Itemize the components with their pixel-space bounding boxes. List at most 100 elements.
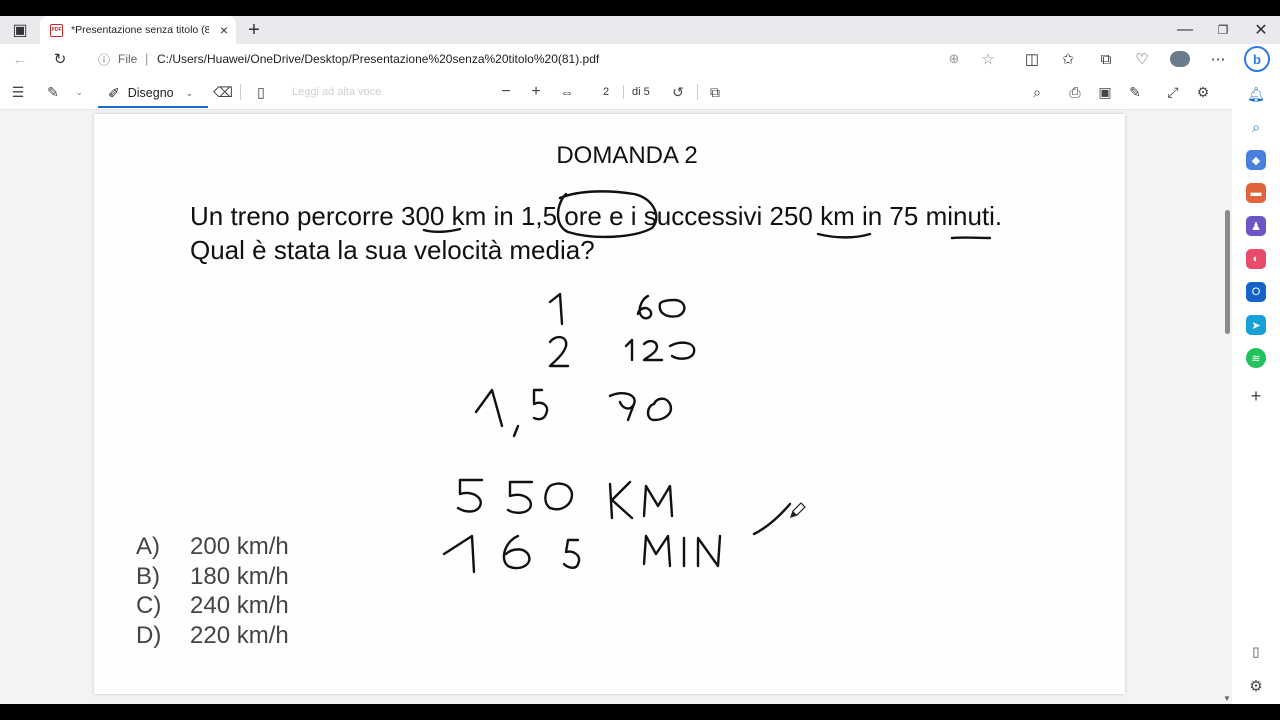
ink-digit: [658, 298, 686, 318]
scroll-thumb[interactable]: [1225, 210, 1230, 334]
add-icon[interactable]: +: [1246, 386, 1266, 406]
browser-essentials-icon[interactable]: ♡: [1130, 48, 1154, 70]
drop-send-icon[interactable]: ➤: [1246, 315, 1266, 335]
tab-title: *Presentazione senza titolo (81).pdf: [71, 24, 209, 36]
divider: [240, 84, 241, 100]
address-prefix: File: [118, 52, 138, 66]
new-tab-icon[interactable]: +: [243, 16, 265, 44]
pen-icon: ✐: [108, 84, 120, 101]
zoom-out-icon[interactable]: −: [495, 81, 517, 103]
games-icon[interactable]: ♟: [1246, 216, 1266, 236]
info-icon[interactable]: ⓘ: [92, 48, 116, 70]
restore-icon[interactable]: ❐: [1208, 16, 1238, 44]
page-number-input[interactable]: 2: [596, 86, 616, 98]
ink-letter: [696, 534, 722, 568]
split-screen-icon[interactable]: ◫: [1020, 48, 1044, 70]
favorite-star-icon[interactable]: ☆: [976, 48, 1000, 70]
favorites-icon[interactable]: ✩: [1056, 48, 1080, 70]
immersive-reader-icon[interactable]: ▯: [250, 81, 272, 103]
ink-digit: [506, 480, 534, 514]
address-url[interactable]: C:/Users/Huawei/OneDrive/Desktop/Present…: [157, 52, 599, 66]
outlook-icon[interactable]: O: [1246, 282, 1266, 302]
sidebar-settings-gear-icon[interactable]: ⚙: [1246, 676, 1266, 696]
tab-actions-icon[interactable]: ▣: [8, 16, 32, 44]
address-bar: ← ↻ ⓘ File | C:/Users/Huawei/OneDrive/De…: [0, 44, 1280, 74]
ink-digit: [636, 294, 653, 320]
ink-digit: [442, 534, 476, 574]
draw-button[interactable]: ✐ Disegno ⌄: [98, 80, 208, 108]
ink-digit: [548, 335, 570, 368]
draw-label: Disegno: [127, 86, 174, 100]
tools-briefcase-icon[interactable]: ▬: [1246, 183, 1266, 203]
read-aloud-button[interactable]: Leggi ad alta voce: [292, 86, 381, 98]
notification-bell-icon[interactable]: 🔔︎: [1246, 84, 1266, 104]
save-as-icon[interactable]: ✎: [1124, 81, 1146, 103]
ink-digit: [624, 338, 634, 362]
document-area[interactable]: DOMANDA 2 Un treno percorre 300 km in 1,…: [0, 110, 1232, 704]
collections-icon[interactable]: ⧉: [1094, 48, 1118, 70]
address-separator: |: [145, 51, 149, 66]
scroll-down-arrow-icon[interactable]: ▼: [1223, 694, 1231, 703]
zoom-in-icon[interactable]: +: [525, 81, 547, 103]
back-icon[interactable]: ←: [8, 48, 32, 70]
highlight-icon[interactable]: ✎: [42, 81, 64, 103]
edge-sidebar: 🔔︎ ⌕ ◆ ▬ ♟ ◐ O ➤ ≋ + ▯ ⚙: [1232, 74, 1280, 704]
contents-icon[interactable]: ☰: [7, 81, 29, 103]
hide-sidebar-icon[interactable]: ▯: [1246, 642, 1266, 662]
search-icon[interactable]: ⌕: [1026, 81, 1048, 103]
search-icon[interactable]: ⌕: [1246, 117, 1266, 137]
ink-digit: [544, 482, 574, 511]
ink-digit: [474, 388, 504, 428]
fullscreen-icon[interactable]: ⤢: [1162, 81, 1184, 103]
ink-annotations: [422, 190, 992, 574]
ink-circle: [556, 190, 658, 239]
copilot-icon[interactable]: b: [1244, 46, 1270, 72]
ink-underline: [816, 232, 872, 239]
chevron-down-icon[interactable]: ⌄: [68, 81, 90, 103]
close-tab-icon[interactable]: ×: [217, 22, 231, 38]
settings-gear-icon[interactable]: ⚙: [1192, 81, 1214, 103]
ink-digit: [548, 292, 564, 326]
ink-digit: [532, 388, 549, 421]
fit-to-width-icon[interactable]: ⇔: [556, 81, 578, 103]
divider: [623, 85, 624, 99]
pen-cursor-icon: [790, 502, 806, 518]
ink-digit: [562, 538, 581, 569]
ink-digit: [646, 397, 673, 422]
print-icon[interactable]: ⎙: [1064, 81, 1086, 103]
ink-underline: [422, 227, 462, 233]
divider: [697, 84, 698, 100]
ink-stroke: [752, 502, 792, 536]
ink-digit: [456, 478, 484, 513]
profile-avatar[interactable]: [1170, 51, 1190, 67]
ink-letter: [642, 534, 672, 568]
tab-pdf[interactable]: PDF *Presentazione senza titolo (81).pdf…: [40, 16, 236, 44]
chevron-down-icon[interactable]: ⌄: [186, 88, 194, 99]
ink-digit: [668, 341, 696, 360]
more-icon[interactable]: ⋯: [1206, 48, 1230, 70]
shopping-tag-icon[interactable]: ◆: [1246, 150, 1266, 170]
save-icon[interactable]: ▣: [1094, 81, 1116, 103]
eraser-icon[interactable]: ⌫: [212, 81, 234, 103]
close-window-icon[interactable]: ✕: [1246, 16, 1276, 44]
ink-digit: [512, 424, 520, 438]
zoom-icon[interactable]: ⊕: [942, 48, 966, 70]
ink-letter: [608, 480, 634, 520]
spotify-icon[interactable]: ≋: [1246, 348, 1266, 368]
pdf-toolbar: ☰ ✎ ⌄ ✐ Disegno ⌄ ⌫ ▯ Leggi ad alta voce…: [0, 74, 1232, 110]
pdf-icon: PDF: [50, 23, 63, 37]
vertical-scrollbar[interactable]: ▼: [1222, 110, 1232, 704]
bottom-letterbox: [0, 704, 1280, 720]
ink-digit: [608, 392, 636, 422]
rotate-icon[interactable]: ↺: [667, 81, 689, 103]
ink-digit: [642, 339, 664, 362]
title-bar: ▣ PDF *Presentazione senza titolo (81).p…: [0, 16, 1280, 44]
page-count: di 5: [632, 86, 650, 98]
pdf-page[interactable]: DOMANDA 2 Un treno percorre 300 km in 1,…: [94, 114, 1125, 694]
ink-letter: [642, 484, 674, 518]
page-view-icon[interactable]: ⧉: [704, 81, 726, 103]
minimize-icon[interactable]: —: [1170, 16, 1200, 44]
office-icon[interactable]: ◐: [1246, 249, 1266, 269]
refresh-icon[interactable]: ↻: [48, 48, 72, 70]
ink-digit: [502, 534, 531, 570]
